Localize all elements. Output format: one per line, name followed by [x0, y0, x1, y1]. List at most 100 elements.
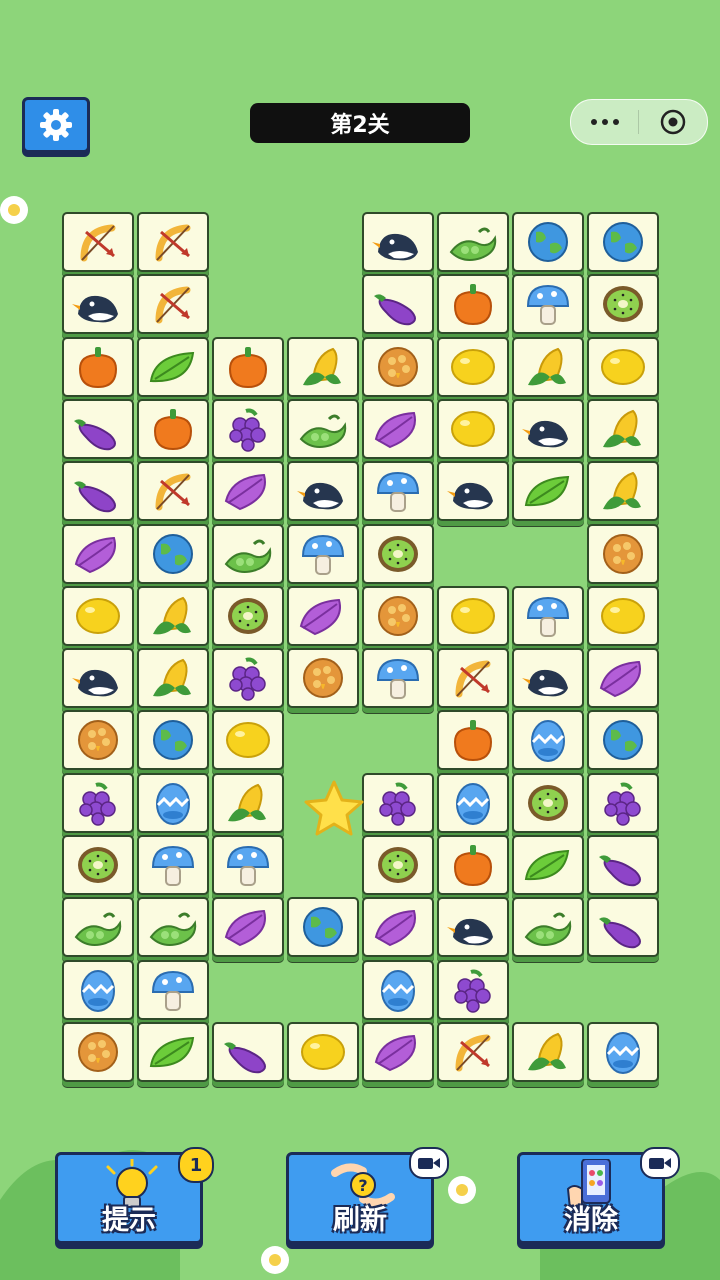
tile-pea-pod[interactable] [287, 399, 359, 459]
tile-kiwi[interactable] [362, 835, 434, 895]
tile-honeycomb[interactable] [62, 1022, 134, 1082]
tile-grape[interactable] [212, 399, 284, 459]
tile-honeycomb[interactable] [362, 586, 434, 646]
tile-kiwi[interactable] [62, 835, 134, 895]
tile-lemon[interactable] [437, 337, 509, 397]
tile-mushroom[interactable] [362, 461, 434, 521]
tile-pea-pod[interactable] [137, 897, 209, 957]
tile-penguin[interactable] [287, 461, 359, 521]
tile-lemon[interactable] [587, 337, 659, 397]
tile-bow-arrow[interactable] [437, 1022, 509, 1082]
tile-mushroom[interactable] [137, 835, 209, 895]
tile-corn[interactable] [587, 461, 659, 521]
tile-penguin[interactable] [62, 274, 134, 334]
tile-lemon[interactable] [437, 586, 509, 646]
tile-eggplant[interactable] [212, 1022, 284, 1082]
tile-bow-arrow[interactable] [437, 648, 509, 708]
tile-grape[interactable] [212, 648, 284, 708]
refresh-button[interactable]: ? 刷新 [286, 1147, 449, 1244]
tile-bow-arrow[interactable] [137, 212, 209, 272]
tile-eggplant[interactable] [62, 461, 134, 521]
tile-leaf[interactable] [137, 337, 209, 397]
tile-corn[interactable] [512, 1022, 584, 1082]
tile-earth[interactable] [512, 212, 584, 272]
tile-feather[interactable] [587, 648, 659, 708]
tile-corn[interactable] [137, 586, 209, 646]
tile-penguin[interactable] [437, 461, 509, 521]
tile-feather[interactable] [362, 897, 434, 957]
tile-grape[interactable] [437, 960, 509, 1020]
tile-feather[interactable] [212, 461, 284, 521]
tile-feather[interactable] [362, 1022, 434, 1082]
tile-pea-pod[interactable] [512, 897, 584, 957]
tile-easter-egg[interactable] [437, 773, 509, 833]
tile-mushroom[interactable] [512, 586, 584, 646]
tile-eggplant[interactable] [587, 897, 659, 957]
tile-penguin[interactable] [512, 399, 584, 459]
tile-penguin[interactable] [512, 648, 584, 708]
tile-lemon[interactable] [287, 1022, 359, 1082]
tile-honeycomb[interactable] [362, 337, 434, 397]
tile-earth[interactable] [137, 524, 209, 584]
tile-earth[interactable] [287, 897, 359, 957]
tile-leaf[interactable] [512, 835, 584, 895]
tile-lemon[interactable] [587, 586, 659, 646]
tile-grape[interactable] [62, 773, 134, 833]
tile-leaf[interactable] [512, 461, 584, 521]
tile-kiwi[interactable] [362, 524, 434, 584]
tile-corn[interactable] [512, 337, 584, 397]
tile-feather[interactable] [362, 399, 434, 459]
hint-button[interactable]: 提示 1 [55, 1147, 214, 1244]
tile-feather[interactable] [62, 524, 134, 584]
tile-pepper[interactable] [437, 274, 509, 334]
tile-mushroom[interactable] [512, 274, 584, 334]
tile-easter-egg[interactable] [137, 773, 209, 833]
tile-bow-arrow[interactable] [137, 461, 209, 521]
tile-earth[interactable] [137, 710, 209, 770]
tile-corn[interactable] [587, 399, 659, 459]
tile-eggplant[interactable] [587, 835, 659, 895]
tile-pepper[interactable] [137, 399, 209, 459]
tile-pea-pod[interactable] [62, 897, 134, 957]
tile-honeycomb[interactable] [62, 710, 134, 770]
tile-corn[interactable] [137, 648, 209, 708]
tile-pepper[interactable] [62, 337, 134, 397]
tile-lemon[interactable] [62, 586, 134, 646]
tile-eggplant[interactable] [362, 274, 434, 334]
tile-pepper[interactable] [437, 835, 509, 895]
tile-grape[interactable] [587, 773, 659, 833]
tile-leaf[interactable] [137, 1022, 209, 1082]
tile-pepper[interactable] [437, 710, 509, 770]
tile-penguin[interactable] [62, 648, 134, 708]
tile-earth[interactable] [587, 212, 659, 272]
tile-easter-egg[interactable] [62, 960, 134, 1020]
tile-easter-egg[interactable] [587, 1022, 659, 1082]
tile-bow-arrow[interactable] [137, 274, 209, 334]
tile-grape[interactable] [362, 773, 434, 833]
tile-kiwi[interactable] [587, 274, 659, 334]
tile-feather[interactable] [287, 586, 359, 646]
tile-mushroom[interactable] [287, 524, 359, 584]
tile-mushroom[interactable] [362, 648, 434, 708]
tile-lemon[interactable] [437, 399, 509, 459]
tile-eggplant[interactable] [62, 399, 134, 459]
tile-penguin[interactable] [437, 897, 509, 957]
tile-feather[interactable] [212, 897, 284, 957]
tile-kiwi[interactable] [512, 773, 584, 833]
remove-button[interactable]: 消除 [517, 1147, 680, 1244]
tile-pepper[interactable] [212, 337, 284, 397]
tile-easter-egg[interactable] [512, 710, 584, 770]
tile-honeycomb[interactable] [287, 648, 359, 708]
tile-pea-pod[interactable] [437, 212, 509, 272]
tile-easter-egg[interactable] [362, 960, 434, 1020]
tile-mushroom[interactable] [137, 960, 209, 1020]
tile-mushroom[interactable] [212, 835, 284, 895]
tile-penguin[interactable] [362, 212, 434, 272]
tile-corn[interactable] [287, 337, 359, 397]
tile-lemon[interactable] [212, 710, 284, 770]
tile-corn[interactable] [212, 773, 284, 833]
tile-kiwi[interactable] [212, 586, 284, 646]
tile-pea-pod[interactable] [212, 524, 284, 584]
tile-bow-arrow[interactable] [62, 212, 134, 272]
tile-earth[interactable] [587, 710, 659, 770]
